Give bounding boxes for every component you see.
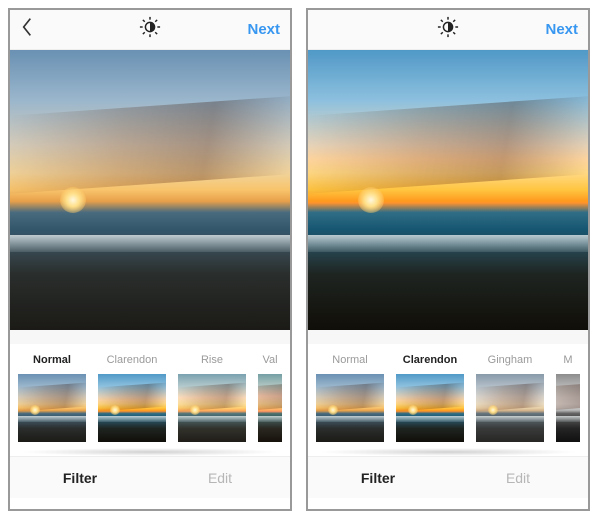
filter-label: M [563,354,572,368]
tab-edit[interactable]: Edit [150,470,290,486]
filter-label: Clarendon [107,354,158,368]
filter-thumb [178,374,246,442]
tab-filter[interactable]: Filter [308,470,448,486]
photo-preview[interactable] [10,50,290,330]
top-bar: Next [10,10,290,50]
filter-item-normal[interactable]: Normal [18,354,86,442]
shadow-decoration [318,448,578,456]
filter-thumb [476,374,544,442]
filter-thumb [258,374,282,442]
filter-scroll[interactable]: Normal Clarendon Rise Val [10,344,290,448]
filter-label: Normal [33,354,71,368]
tab-edit[interactable]: Edit [448,470,588,486]
filter-label: Clarendon [403,354,457,368]
half-sun-icon [139,25,161,42]
filter-strip: Normal Clarendon Rise Val Filter Edit [10,344,290,509]
filter-thumb [556,374,580,442]
bottom-tabs: Filter Edit [10,456,290,498]
top-bar: Next [308,10,588,50]
photo-edit-screen-left: Next Normal Clarendon Rise Val [8,8,292,511]
next-button[interactable]: Next [545,21,578,38]
lux-adjust-button[interactable] [139,16,161,43]
filter-thumb [396,374,464,442]
tab-filter[interactable]: Filter [10,470,150,486]
filter-item-clarendon[interactable]: Clarendon [98,354,166,442]
bottom-tabs: Filter Edit [308,456,588,498]
filter-thumb [316,374,384,442]
filter-item-rise[interactable]: Rise [178,354,246,442]
filter-item-clarendon[interactable]: Clarendon [396,354,464,442]
filter-label: Normal [332,354,367,368]
half-sun-icon [437,25,459,42]
filter-thumb [98,374,166,442]
filter-label: Val [262,354,277,368]
lux-adjust-button[interactable] [437,16,459,43]
filter-scroll[interactable]: Normal Clarendon Gingham M [308,344,588,448]
shadow-decoration [20,448,280,456]
filter-item-valencia[interactable]: Val [258,354,282,442]
filter-thumb [18,374,86,442]
back-button[interactable] [20,17,70,42]
filter-label: Gingham [488,354,533,368]
next-button[interactable]: Next [247,21,280,38]
photo-preview[interactable] [308,50,588,330]
chevron-left-icon [20,17,34,42]
filter-item-gingham[interactable]: Gingham [476,354,544,442]
photo-edit-screen-right: Next Normal Clarendon Gingham M [306,8,590,511]
filter-item-normal[interactable]: Normal [316,354,384,442]
filter-item-moon[interactable]: M [556,354,580,442]
filter-label: Rise [201,354,223,368]
filter-strip: Normal Clarendon Gingham M Filter Edit [308,344,588,509]
